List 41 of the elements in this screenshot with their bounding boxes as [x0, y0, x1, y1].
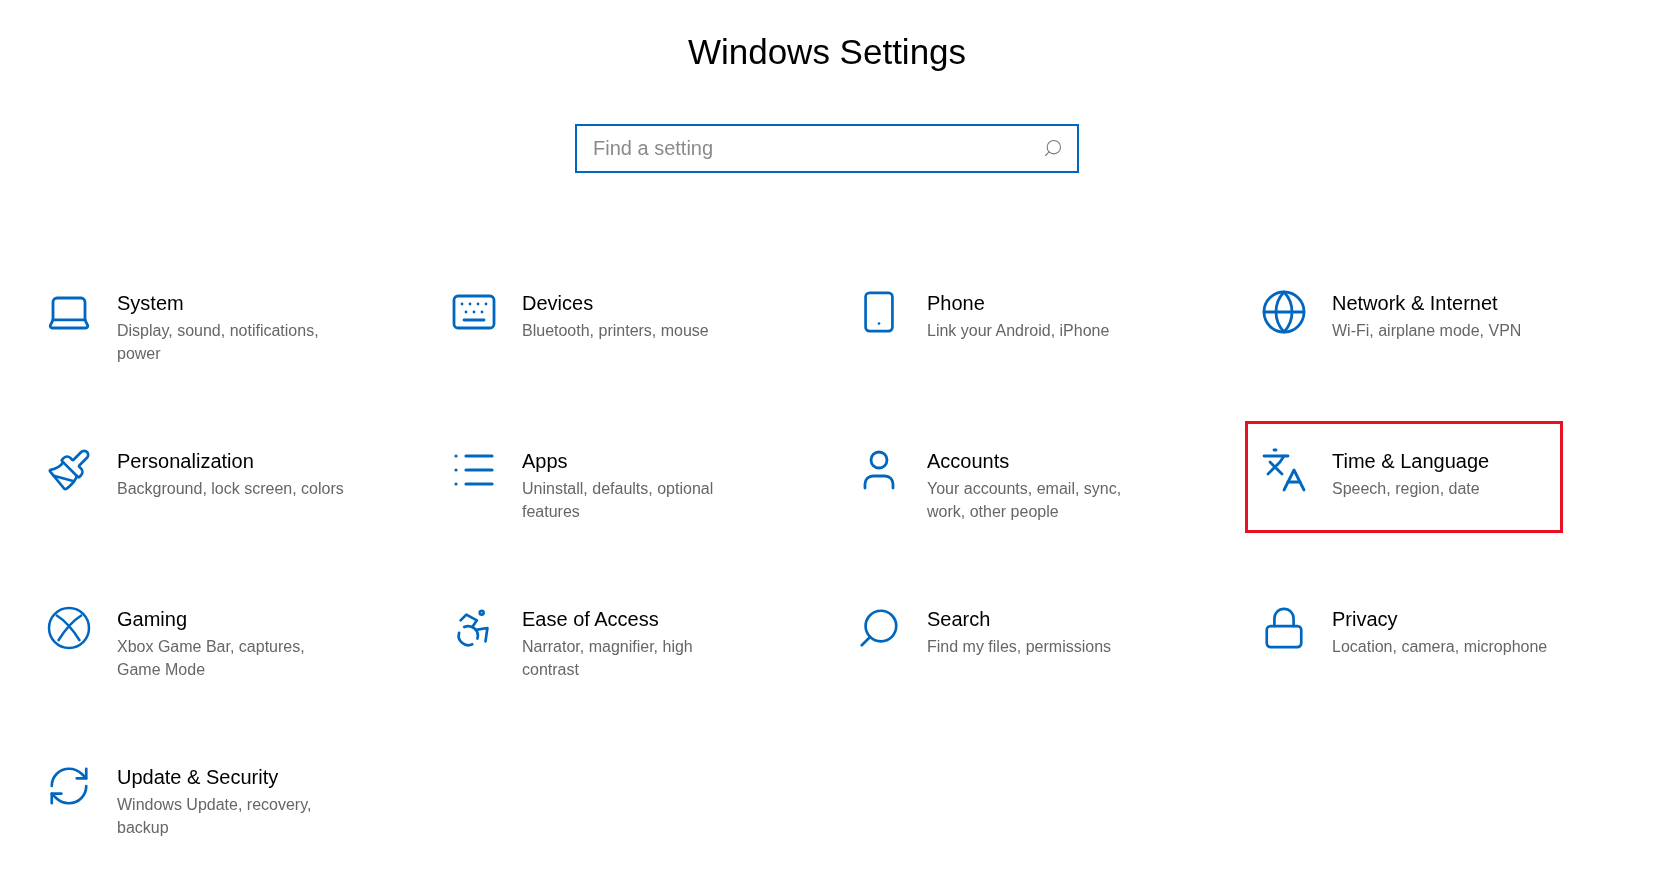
category-name: Personalization [117, 450, 255, 473]
category-name: Search [927, 608, 992, 631]
category-description: Bluetooth, printers, mouse [522, 321, 709, 341]
settings-category[interactable]: System Display, sound, notifications, power [30, 263, 348, 375]
category-description: Wi-Fi, airplane mode, VPN [1332, 321, 1522, 341]
window-title: Windows Settings [687, 32, 967, 72]
category-description: Your accounts, email, sync, work, other people [927, 479, 1123, 523]
category-description: Link your Android, iPhone [927, 321, 1110, 341]
category-name: Apps [522, 450, 569, 473]
category-name: Update & Security [117, 766, 280, 789]
category-name: System [117, 292, 185, 315]
category-description: Xbox Game Bar, captures, Game Mode [117, 637, 306, 681]
category-description: Windows Update, recovery, backup [117, 795, 313, 839]
settings-category[interactable]: Ease of Access Narrator, magnifier, high contrast [435, 579, 753, 691]
settings-category[interactable]: Phone Link your Android, iPhone [840, 263, 1158, 375]
category-name: Gaming [117, 608, 189, 631]
category-description: Find my files, permissions [927, 637, 1112, 657]
category-name: Network & Internet [1332, 292, 1499, 315]
settings-category[interactable]: Search Find my files, permissions [840, 579, 1158, 691]
category-description: Uninstall, defaults, optional features [522, 479, 715, 523]
category-description: Background, lock screen, colors [117, 479, 344, 499]
category-name: Time & Language [1332, 450, 1490, 473]
category-description: Display, sound, notifications, power [117, 321, 320, 365]
category-name: Devices [522, 292, 595, 315]
settings-category[interactable]: Network & Internet Wi-Fi, airplane mode, VPN [1245, 263, 1563, 375]
settings-category[interactable]: Apps Uninstall, defaults, optional features [435, 421, 753, 533]
category-name: Phone [927, 292, 986, 315]
settings-category[interactable]: Time & Language Speech, region, date [1245, 421, 1563, 533]
category-description: Location, camera, microphone [1332, 637, 1548, 657]
settings-category[interactable]: Gaming Xbox Game Bar, captures, Game Mode [30, 579, 348, 691]
category-name: Privacy [1332, 608, 1399, 631]
category-description: Narrator, magnifier, high contrast [522, 637, 694, 681]
settings-category[interactable]: Accounts Your accounts, email, sync, work, other people [840, 421, 1158, 533]
category-description: Speech, region, date [1332, 479, 1481, 499]
settings-category[interactable]: Update & Security Windows Update, recovery, backup [30, 737, 348, 849]
category-name: Accounts [927, 450, 1011, 473]
category-name: Ease of Access [522, 608, 660, 631]
settings-category[interactable]: Personalization Background, lock screen, colors [30, 421, 348, 533]
settings-category[interactable]: Privacy Location, camera, microphone [1245, 579, 1563, 691]
search-field[interactable]: Find a setting [575, 124, 1079, 173]
settings-category[interactable]: Devices Bluetooth, printers, mouse [435, 263, 753, 375]
